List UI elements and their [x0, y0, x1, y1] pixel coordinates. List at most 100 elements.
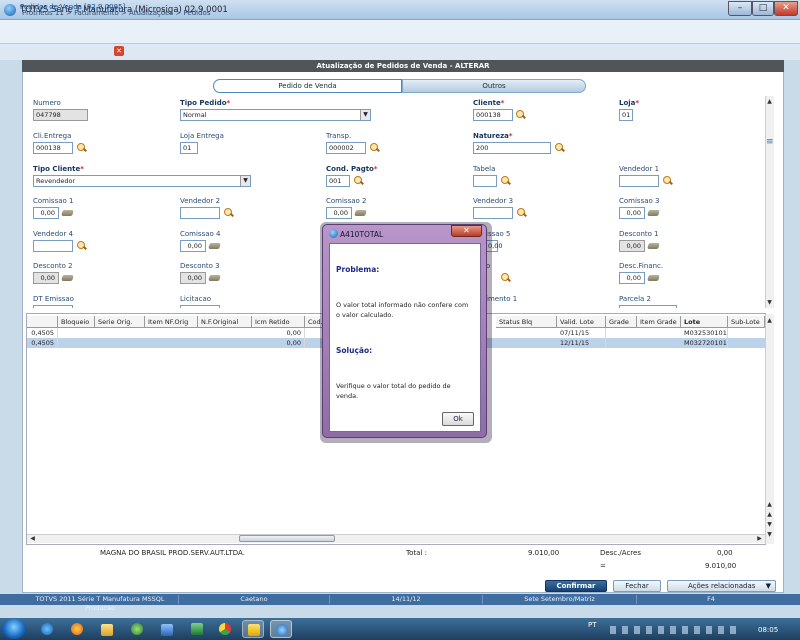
comissao3-field[interactable]: 0,00 [619, 207, 645, 219]
search-icon[interactable] [77, 143, 87, 153]
search-icon[interactable] [516, 110, 526, 120]
fechar-button[interactable]: Fechar [613, 580, 661, 592]
calculator-icon[interactable] [209, 274, 221, 282]
grid-header-status-blq[interactable]: Status Blq [496, 316, 557, 328]
scroll-up-arrow[interactable]: ▲ [765, 510, 774, 519]
label-tipo-pedido: Tipo Pedido* [180, 99, 231, 107]
taskbar-app-explorer[interactable] [96, 620, 118, 638]
cliente-field[interactable]: 000138 [473, 109, 513, 121]
taskbar-app-totvs[interactable] [270, 620, 292, 638]
desconto1-field[interactable]: 0,00 [619, 240, 645, 252]
search-icon[interactable] [501, 176, 511, 186]
tray-language[interactable]: PT [588, 621, 597, 629]
vendedor3-field[interactable] [473, 207, 513, 219]
calculator-icon[interactable] [355, 209, 367, 217]
search-icon[interactable] [354, 176, 364, 186]
ok-button[interactable]: Ok [442, 412, 474, 426]
totvs-icon [276, 624, 288, 636]
scroll-down-arrow[interactable]: ▼ [765, 520, 774, 529]
calculator-icon[interactable] [648, 274, 660, 282]
calculator-icon[interactable] [62, 274, 74, 282]
search-icon[interactable] [517, 208, 527, 218]
comissao4-field[interactable]: 0,00 [180, 240, 206, 252]
search-icon[interactable] [555, 143, 565, 153]
grid-header-grade[interactable]: Grade [606, 316, 637, 328]
minimize-button[interactable]: – [728, 1, 752, 16]
scroll-bottom-arrow[interactable]: ▼ [765, 530, 774, 539]
close-dialog-button[interactable]: ✕ [451, 225, 482, 237]
cli-entrega-field[interactable]: 000138 [33, 142, 73, 154]
scroll-up-arrow[interactable]: ▲ [765, 97, 774, 106]
tipo-cliente-select[interactable]: Revendedor ▼ [33, 175, 251, 187]
grid-header-valid-lote[interactable]: Valid. Lote [557, 316, 606, 328]
licitacao-field[interactable] [180, 305, 220, 308]
tab-pedido-de-venda[interactable]: Pedido de Venda [213, 79, 402, 93]
grid-header-item-nf-orig[interactable]: Item NF.Orig [145, 316, 198, 328]
taskbar-app-media[interactable] [126, 620, 148, 638]
tabela-field[interactable] [473, 175, 497, 187]
calculator-icon[interactable] [62, 209, 74, 217]
scroll-thumb[interactable] [239, 535, 335, 542]
calculator-icon[interactable] [209, 242, 221, 250]
grid-header[interactable] [27, 316, 58, 328]
cliente-nome: MAGNA DO BRASIL PROD.SERV.AUT.LTDA. [100, 549, 245, 557]
grid-header-bloqueio[interactable]: Bloqueio [58, 316, 95, 328]
comissao1-field[interactable]: 0,00 [33, 207, 59, 219]
grid-horizontal-scrollbar[interactable] [27, 534, 765, 543]
folder-icon [101, 624, 113, 636]
calculator-icon[interactable] [648, 209, 660, 217]
scroll-left-arrow[interactable]: ◀ [28, 534, 37, 543]
menu-lines-icon[interactable]: ≡ [766, 137, 774, 147]
parcela2-field[interactable] [619, 305, 677, 308]
desc-financ-field[interactable]: 0,00 [619, 272, 645, 284]
numero-field[interactable]: 047798 [33, 109, 88, 121]
scroll-top-arrow[interactable]: ▲ [765, 316, 774, 325]
comissao2-field[interactable]: 0,00 [326, 207, 352, 219]
taskbar-app-ie[interactable] [36, 620, 58, 638]
transp-field[interactable]: 000002 [326, 142, 366, 154]
search-icon[interactable] [224, 208, 234, 218]
taskbar-app-chrome[interactable] [214, 620, 236, 638]
vendedor1-field[interactable] [619, 175, 659, 187]
desconto2-field[interactable]: 0,00 [33, 272, 59, 284]
grid-header-lote[interactable]: Lote [681, 316, 728, 328]
vendedor2-field[interactable] [180, 207, 220, 219]
close-tab-icon[interactable]: ✕ [114, 46, 124, 56]
confirmar-button[interactable]: Confirmar [545, 580, 607, 592]
tab-outros[interactable]: Outros [402, 79, 586, 93]
grid-header-nf-original[interactable]: N.F.Original [198, 316, 252, 328]
search-icon[interactable] [370, 143, 380, 153]
search-icon[interactable] [501, 273, 511, 283]
loja-entrega-field[interactable]: 01 [180, 142, 198, 154]
total-label: Total : [406, 549, 427, 557]
dialog-title: A410TOTAL [340, 230, 384, 239]
natureza-field[interactable]: 200 [473, 142, 551, 154]
taskbar-app-mail[interactable] [156, 620, 178, 638]
start-button[interactable] [2, 619, 26, 639]
maximize-button[interactable]: □ [752, 1, 774, 16]
taskbar-app-notes[interactable] [242, 620, 264, 638]
close-window-button[interactable]: ✕ [774, 1, 798, 16]
cond-pagto-field[interactable]: 001 [326, 175, 350, 187]
grid-header-serie-orig[interactable]: Serie Orig. [95, 316, 145, 328]
tipo-pedido-select[interactable]: Normal ▼ [180, 109, 371, 121]
tray-icons[interactable] [610, 626, 740, 634]
dt-emissao-field[interactable] [33, 305, 73, 308]
grid-header-item-grade[interactable]: Item Grade [637, 316, 681, 328]
form-scrollbar[interactable] [765, 96, 774, 308]
acoes-relacionadas-button[interactable]: Ações relacionadas ▼ [667, 580, 776, 592]
desconto3-field[interactable]: 0,00 [180, 272, 206, 284]
grid-header-sub-lote[interactable]: Sub-Lote [728, 316, 765, 328]
grid-header-icm-retido[interactable]: Icm Retido [252, 316, 305, 328]
loja-field[interactable]: 01 [619, 109, 633, 121]
search-icon[interactable] [77, 241, 87, 251]
scroll-right-arrow[interactable]: ▶ [755, 534, 764, 543]
taskbar-app-firefox[interactable] [66, 620, 88, 638]
scroll-down-arrow[interactable]: ▼ [765, 298, 774, 307]
vendedor4-field[interactable] [33, 240, 73, 252]
taskbar-app-excel[interactable] [186, 620, 208, 638]
calculator-icon[interactable] [648, 242, 660, 250]
search-icon[interactable] [663, 176, 673, 186]
scroll-up-arrow[interactable]: ▲ [765, 500, 774, 509]
document-tab[interactable]: Pedidos de Venda [02.9.0005] [20, 3, 125, 11]
